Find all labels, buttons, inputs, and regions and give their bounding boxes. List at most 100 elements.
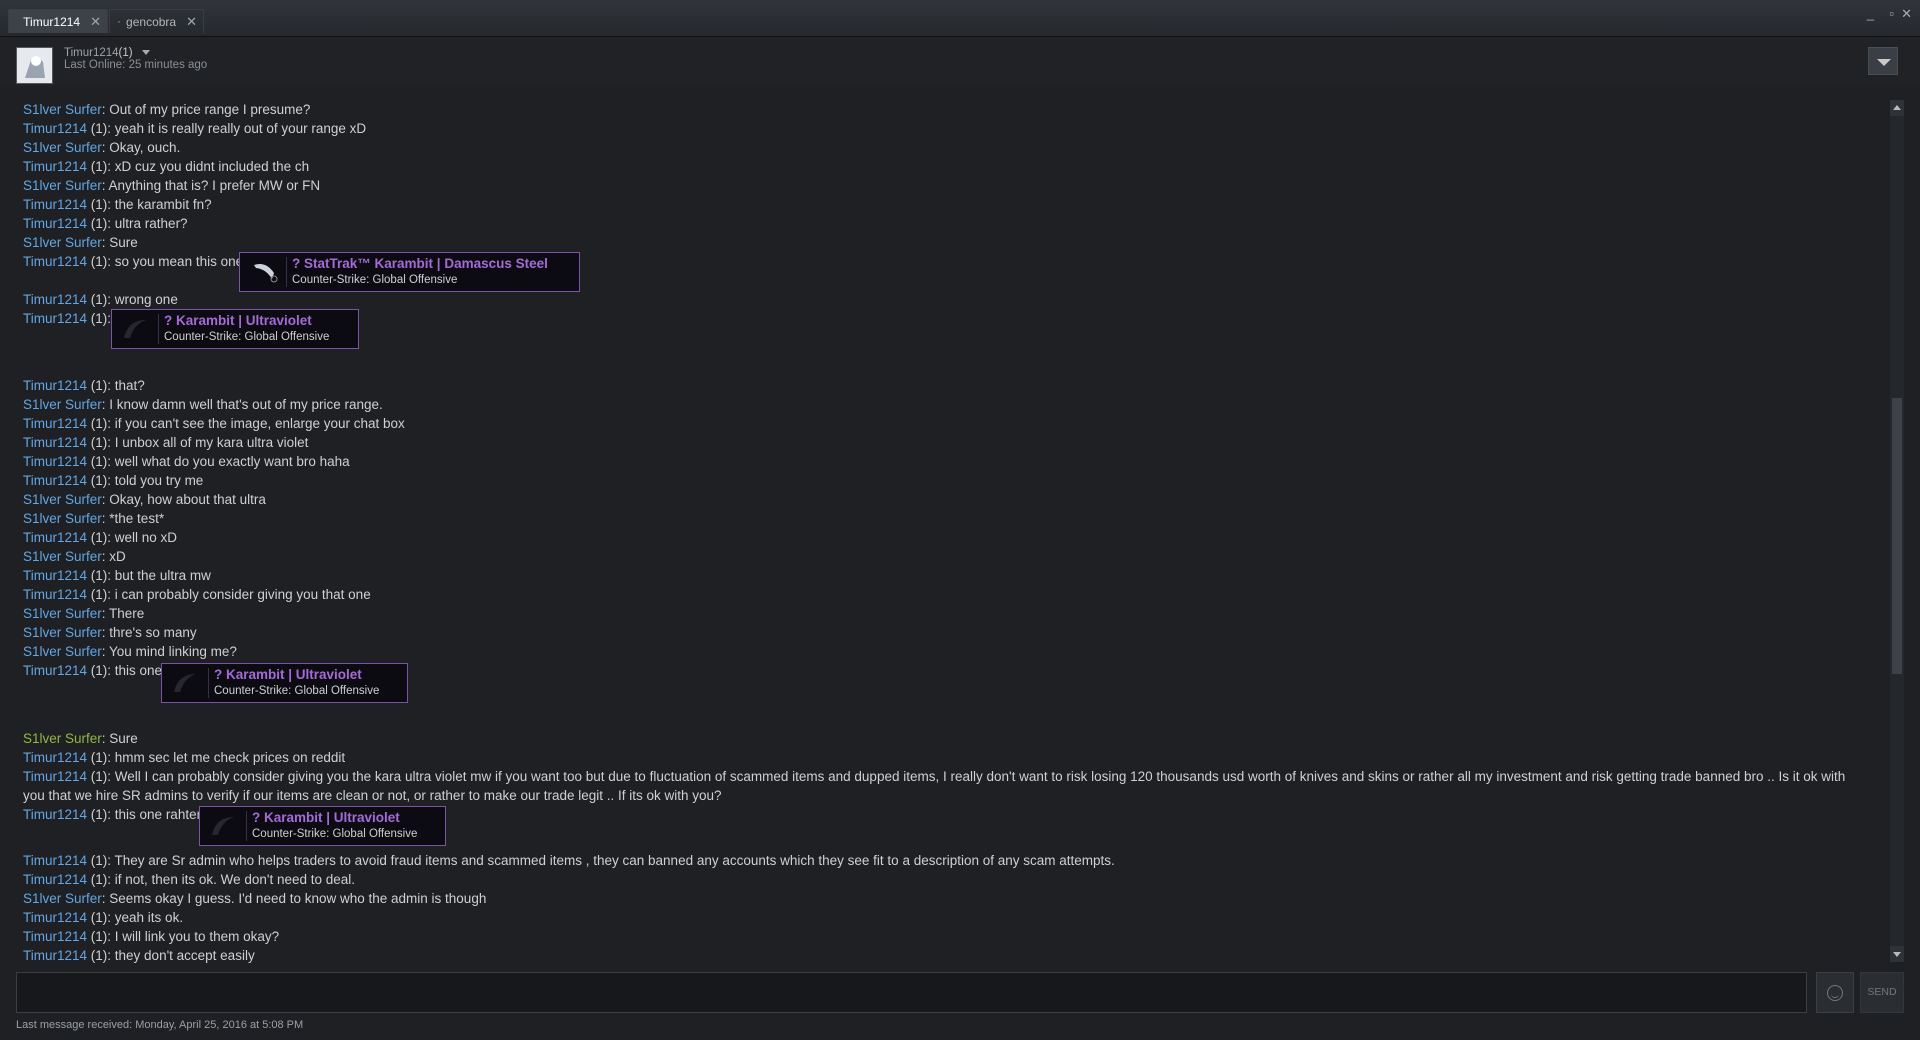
tab-gencobra[interactable]: gencobra ✕ xyxy=(109,9,204,33)
speaker-name[interactable]: Timur1214 xyxy=(23,197,87,212)
speaker-name[interactable]: S1lver Surfer xyxy=(23,102,102,117)
chat-message: Timur1214 (1): this one rahter xyxy=(23,806,201,823)
avatar[interactable] xyxy=(16,47,53,84)
message-text: : Anything that is? I prefer MW or FN xyxy=(101,178,321,193)
message-text: : xD xyxy=(101,549,126,564)
speaker-name[interactable]: S1lver Surfer xyxy=(23,235,102,250)
speaker-name[interactable]: Timur1214 xyxy=(23,292,87,307)
message-text: : well no xD xyxy=(107,530,178,545)
friend-name-dropdown[interactable]: Timur1214(1) xyxy=(64,47,150,59)
chat-scrollbar[interactable] xyxy=(1890,100,1904,962)
chat-header: Timur1214(1) Last Online: 25 minutes ago xyxy=(0,37,1920,87)
speaker-name[interactable]: Timur1214 xyxy=(23,948,87,963)
speaker-name[interactable]: Timur1214 xyxy=(23,435,87,450)
scrollbar-thumb[interactable] xyxy=(1892,398,1902,674)
chat-message: Timur1214 (1): this one xyxy=(23,662,162,679)
item-link-card[interactable]: ? Karambit | Ultraviolet Counter-Strike:… xyxy=(199,806,446,846)
speaker-name[interactable]: S1lver Surfer xyxy=(23,511,102,526)
speaker-tag: (1) xyxy=(87,292,108,307)
emoticon-button[interactable] xyxy=(1816,972,1854,1013)
speaker-name[interactable]: S1lver Surfer xyxy=(23,625,102,640)
message-text: : Seems okay I guess. I'd need to know w… xyxy=(101,891,487,906)
chat-options-dropdown[interactable] xyxy=(1868,47,1898,75)
speaker-tag: (1) xyxy=(87,435,108,450)
chat-message: S1lver Surfer: *the test* xyxy=(23,510,164,527)
chat-log: S1lver Surfer: Out of my price range I p… xyxy=(0,88,1880,968)
speaker-name[interactable]: S1lver Surfer xyxy=(23,492,102,507)
minimize-icon[interactable]: _ xyxy=(1867,6,1874,21)
tab-timur1214[interactable]: Timur1214 ✕ xyxy=(8,9,108,33)
chat-message: S1lver Surfer: Seems okay I guess. I'd n… xyxy=(23,890,486,907)
speaker-name[interactable]: Timur1214 xyxy=(23,311,87,326)
speaker-tag: (1) xyxy=(87,121,108,136)
item-title: ? Karambit | Ultraviolet xyxy=(252,810,400,825)
speaker-name[interactable]: Timur1214 xyxy=(23,254,87,269)
close-tab-icon[interactable]: ✕ xyxy=(186,14,197,30)
tab-bar: Timur1214 ✕ gencobra ✕ _ ▫ ✕ xyxy=(0,0,1920,37)
speaker-name[interactable]: Timur1214 xyxy=(23,929,87,944)
message-text: : Okay, how about that ultra xyxy=(101,492,266,507)
last-online: Last Online: 25 minutes ago xyxy=(64,59,208,71)
speaker-name[interactable]: S1lver Surfer xyxy=(23,644,102,659)
speaker-name[interactable]: Timur1214 xyxy=(23,454,87,469)
speaker-name[interactable]: Timur1214 xyxy=(23,663,87,678)
speaker-name[interactable]: S1lver Surfer xyxy=(23,397,102,412)
speaker-name[interactable]: S1lver Surfer xyxy=(23,140,102,155)
speaker-name[interactable]: Timur1214 xyxy=(23,378,87,393)
chat-message: S1lver Surfer: Sure xyxy=(23,234,138,251)
knife-thumbnail-icon xyxy=(174,668,209,698)
chat-message: S1lver Surfer: Okay, how about that ultr… xyxy=(23,491,266,508)
chat-message: Timur1214 (1): xyxy=(23,310,111,327)
item-link-card[interactable]: ? Karambit | Ultraviolet Counter-Strike:… xyxy=(111,309,359,349)
chat-message: Timur1214 (1): Well I can probably consi… xyxy=(23,767,1858,805)
knife-thumbnail-icon xyxy=(212,811,247,841)
speaker-name[interactable]: S1lver Surfer xyxy=(23,549,102,564)
maximize-icon[interactable]: ▫ xyxy=(1889,6,1894,21)
scroll-up-icon[interactable] xyxy=(1890,100,1904,116)
speaker-name[interactable]: S1lver Surfer xyxy=(23,606,102,621)
speaker-name[interactable]: S1lver Surfer xyxy=(23,731,102,746)
chat-message: Timur1214 (1): well no xD xyxy=(23,529,177,546)
speaker-name[interactable]: Timur1214 xyxy=(23,872,87,887)
message-text: : ultra rather? xyxy=(107,216,188,231)
speaker-name[interactable]: Timur1214 xyxy=(23,473,87,488)
chat-message: Timur1214 (1): so you mean this one xyxy=(23,253,243,270)
chat-message: Timur1214 (1): that? xyxy=(23,377,145,394)
speaker-name[interactable]: Timur1214 xyxy=(23,587,87,602)
chat-message: Timur1214 (1): they don't accept easily xyxy=(23,947,255,964)
chat-message: S1lver Surfer: You mind linking me? xyxy=(23,643,237,660)
speaker-name[interactable]: Timur1214 xyxy=(23,853,87,868)
scroll-down-icon[interactable] xyxy=(1890,946,1904,962)
chat-message: Timur1214 (1): if not, then its ok. We d… xyxy=(23,871,355,888)
speaker-tag: (1) xyxy=(87,254,108,269)
item-link-card[interactable]: ? StatTrak™ Karambit | Damascus Steel Co… xyxy=(239,252,580,292)
speaker-name[interactable]: S1lver Surfer xyxy=(23,178,102,193)
speaker-name[interactable]: Timur1214 xyxy=(23,568,87,583)
send-button[interactable]: SEND xyxy=(1860,972,1904,1013)
message-text: : yeah it is really really out of your r… xyxy=(107,121,367,136)
chat-message: Timur1214 (1): i can probably consider g… xyxy=(23,586,371,603)
message-text: : Out of my price range I presume? xyxy=(101,102,311,117)
speaker-name[interactable]: Timur1214 xyxy=(23,910,87,925)
speaker-name[interactable]: Timur1214 xyxy=(23,159,87,174)
speaker-name[interactable]: S1lver Surfer xyxy=(23,891,102,906)
item-link-card[interactable]: ? Karambit | Ultraviolet Counter-Strike:… xyxy=(161,663,408,703)
close-window-icon[interactable]: ✕ xyxy=(1901,6,1912,22)
message-text: : if not, then its ok. We don't need to … xyxy=(107,872,356,887)
message-input[interactable] xyxy=(16,972,1807,1013)
speaker-name[interactable]: Timur1214 xyxy=(23,750,87,765)
chat-message: S1lver Surfer: Out of my price range I p… xyxy=(23,101,310,118)
chat-message: S1lver Surfer: thre's so many xyxy=(23,624,197,641)
chat-message: S1lver Surfer: Sure xyxy=(23,730,138,747)
speaker-name[interactable]: Timur1214 xyxy=(23,216,87,231)
close-tab-icon[interactable]: ✕ xyxy=(90,14,101,30)
speaker-name[interactable]: Timur1214 xyxy=(23,530,87,545)
speaker-tag: (1) xyxy=(87,454,108,469)
speaker-name[interactable]: Timur1214 xyxy=(23,416,87,431)
speaker-name[interactable]: Timur1214 xyxy=(23,769,87,784)
friend-name: Timur1214 xyxy=(64,47,119,59)
message-text: : hmm sec let me check prices on reddit xyxy=(107,750,346,765)
speaker-tag: (1) xyxy=(87,568,108,583)
speaker-name[interactable]: Timur1214 xyxy=(23,807,87,822)
speaker-name[interactable]: Timur1214 xyxy=(23,121,87,136)
